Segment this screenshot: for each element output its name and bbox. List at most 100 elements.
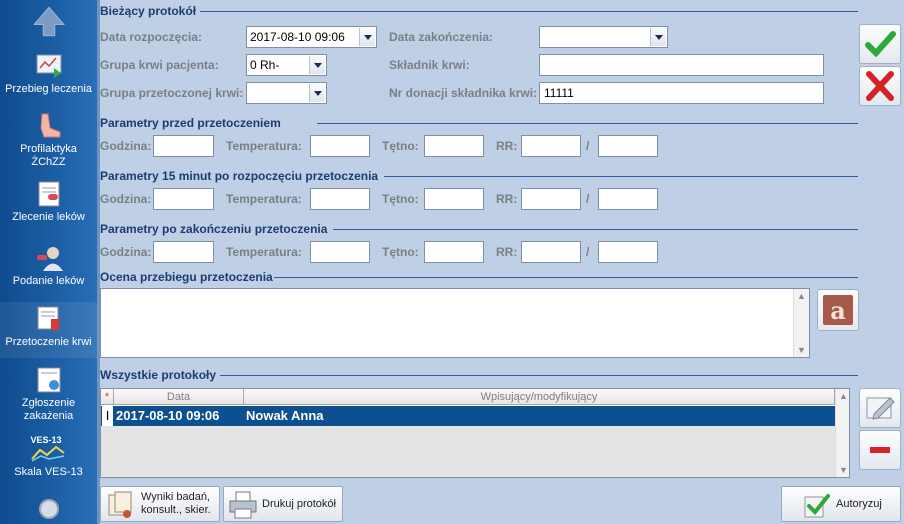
after-rr-systolic-input[interactable] — [521, 241, 581, 263]
sidebar-item-prophylaxis[interactable]: Profilaktyka ŻChZZ — [0, 112, 97, 169]
hour-label: Godzina: — [100, 245, 152, 259]
pulse-label: Tętno: — [382, 139, 419, 153]
marker-column-header[interactable]: * — [101, 389, 114, 405]
transfused-blood-combo[interactable] — [246, 82, 327, 104]
chevron-down-icon[interactable] — [650, 28, 666, 46]
print-protocol-label: Drukuj protokół — [262, 498, 336, 510]
drug-order-icon — [38, 181, 59, 207]
delete-protocol-button[interactable] — [859, 430, 901, 470]
protocols-grid: * Data Wpisujący/modyfikujący I 2017-08-… — [100, 388, 850, 478]
divider — [384, 176, 858, 177]
after15-pulse-input[interactable] — [424, 188, 484, 210]
transfused-blood-label: Grupa przetoczonej krwi: — [100, 86, 244, 100]
start-date-value: 2017-08-10 09:06 — [250, 30, 345, 44]
temperature-label: Temperatura: — [226, 192, 302, 206]
sidebar-item-ves13[interactable]: VES-13 Skala VES-13 — [0, 434, 97, 479]
sidebar-item-label: Przetoczenie krwi — [5, 336, 92, 348]
edit-document-icon — [866, 397, 895, 420]
temperature-label: Temperatura: — [226, 245, 302, 259]
sidebar-item-label: Skala VES-13 — [14, 466, 83, 478]
before-rr-systolic-input[interactable] — [521, 135, 581, 157]
authorize-label: Autoryzuj — [836, 498, 882, 510]
print-protocol-button[interactable]: Drukuj protokół — [223, 486, 343, 522]
assessment-scrollbar[interactable]: ▲ ▼ — [793, 289, 809, 357]
scroll-up-icon[interactable]: ▲ — [797, 291, 806, 301]
pulse-label: Tętno: — [382, 192, 419, 206]
patient-blood-value: 0 Rh- — [250, 58, 280, 72]
results-button[interactable]: Wyniki badań, konsult., skier. — [100, 486, 220, 522]
component-input[interactable] — [539, 54, 824, 76]
authorize-button[interactable]: Autoryzuj — [781, 486, 901, 522]
scroll-up-icon[interactable]: ▲ — [839, 391, 848, 401]
after15-rr-diastolic-input[interactable] — [598, 188, 658, 210]
sidebar-item-treatment[interactable]: Przebieg leczenia — [0, 52, 97, 96]
date-column-header[interactable]: Data — [114, 389, 244, 405]
rr-label: RR: — [496, 245, 518, 259]
sidebar: Przebieg leczenia Profilaktyka ŻChZZ Zle… — [0, 0, 97, 524]
start-date-combo[interactable]: 2017-08-10 09:06 — [246, 26, 377, 48]
sidebar-item-label: Zgłoszenie zakażenia — [21, 397, 76, 422]
assessment-title: Ocena przebiegu przetoczenia — [100, 270, 273, 284]
minus-icon — [870, 447, 890, 453]
after-hour-input[interactable] — [153, 241, 214, 263]
sidebar-item-label: Przebieg leczenia — [5, 83, 92, 95]
sidebar-item-infection[interactable]: Zgłoszenie zakażenia — [0, 366, 97, 423]
before-hour-input[interactable] — [153, 135, 214, 157]
printer-icon — [229, 491, 257, 519]
table-row[interactable]: I 2017-08-10 09:06 Nowak Anna — [101, 406, 835, 426]
checkmark-icon — [865, 31, 896, 58]
end-date-combo[interactable] — [539, 26, 668, 48]
after15-rr-systolic-input[interactable] — [521, 188, 581, 210]
current-protocol-title: Bieżący protokół — [100, 4, 197, 18]
divider — [200, 11, 858, 12]
after-temperature-input[interactable] — [310, 241, 370, 263]
chevron-down-icon[interactable] — [309, 84, 325, 102]
grid-scrollbar[interactable]: ▲ ▼ — [835, 389, 849, 477]
text-templates-button[interactable]: a — [817, 289, 859, 331]
before-pulse-input[interactable] — [424, 135, 484, 157]
scroll-down-icon[interactable]: ▼ — [797, 345, 806, 355]
after15-temperature-input[interactable] — [310, 188, 370, 210]
row-author: Nowak Anna — [246, 408, 324, 423]
after15-hour-input[interactable] — [153, 188, 214, 210]
sidebar-item-more[interactable] — [0, 496, 97, 524]
divider — [220, 375, 858, 376]
params-before-title: Parametry przed przetoczeniem — [100, 116, 281, 130]
chevron-down-icon[interactable] — [359, 28, 375, 46]
after-pulse-input[interactable] — [424, 241, 484, 263]
cancel-button[interactable] — [859, 66, 901, 106]
author-column-header[interactable]: Wpisujący/modyfikujący — [244, 389, 835, 405]
assessment-textarea[interactable]: ▲ ▼ — [100, 288, 810, 358]
start-date-label: Data rozpoczęcia: — [100, 30, 203, 44]
before-temperature-input[interactable] — [310, 135, 370, 157]
close-icon — [866, 71, 894, 101]
component-label: Składnik krwi: — [389, 58, 470, 72]
donation-input[interactable]: 11111 — [539, 82, 824, 104]
chart-monitor-icon — [36, 54, 61, 78]
sidebar-item-drug-admin[interactable]: Podanie leków — [0, 244, 97, 288]
sidebar-item-drug-order[interactable]: Zlecenie leków — [0, 180, 97, 224]
sidebar-item-transfusion[interactable]: Przetoczenie krwi — [0, 302, 97, 358]
chevron-down-icon[interactable] — [309, 56, 325, 74]
blood-bag-icon — [37, 306, 59, 330]
scroll-down-icon[interactable]: ▼ — [839, 465, 848, 475]
leg-icon — [39, 113, 60, 138]
authorize-check-icon — [804, 494, 830, 518]
sidebar-up-arrow[interactable] — [0, 4, 97, 41]
svg-text:a: a — [830, 296, 846, 325]
documents-icon — [108, 491, 132, 518]
rr-slash: / — [586, 192, 590, 206]
sidebar-item-label: Podanie leków — [12, 275, 85, 287]
sidebar-item-label: Zlecenie leków — [12, 211, 85, 223]
after-rr-diastolic-input[interactable] — [598, 241, 658, 263]
infection-report-icon — [37, 367, 60, 393]
ok-button[interactable] — [859, 24, 901, 64]
before-rr-diastolic-input[interactable] — [598, 135, 658, 157]
donation-label: Nr donacji składnika krwi: — [389, 86, 538, 100]
temperature-label: Temperatura: — [226, 139, 302, 153]
patient-blood-combo[interactable]: 0 Rh- — [246, 54, 327, 76]
edit-protocol-button[interactable] — [859, 388, 901, 428]
divider — [274, 277, 858, 278]
params-15min-title: Parametry 15 minut po rozpoczęciu przeto… — [100, 169, 379, 183]
arrow-up-icon — [32, 6, 65, 37]
